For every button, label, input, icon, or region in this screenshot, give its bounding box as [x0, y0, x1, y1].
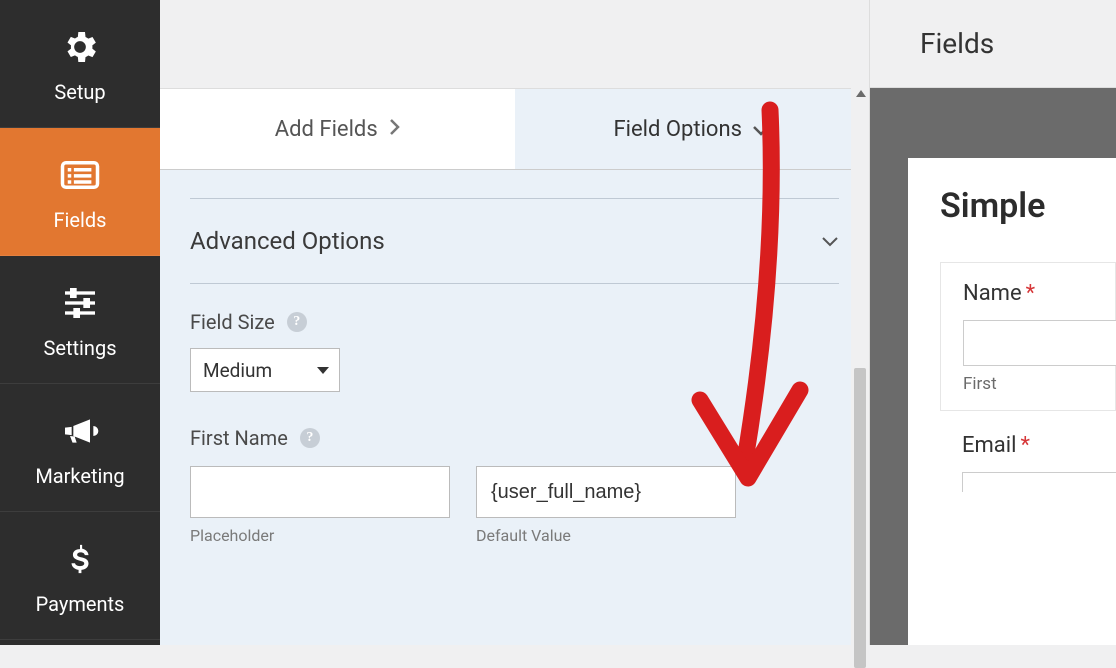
first-name-label: First Name [190, 426, 288, 450]
form-title: Simple [940, 186, 1116, 226]
email-field-label: Email* [940, 433, 1116, 458]
sidebar-item-settings[interactable]: Settings [0, 256, 160, 384]
required-asterisk: * [1026, 281, 1035, 306]
field-size-label-row: Field Size ? [190, 310, 839, 334]
list-icon [57, 152, 103, 198]
chevron-down-icon [821, 232, 839, 251]
sidebar-item-label: Settings [43, 336, 116, 360]
chevron-right-icon [388, 117, 400, 142]
panel-tabs: Add Fields Field Options [160, 88, 869, 170]
sidebar-item-setup[interactable]: Setup [0, 0, 160, 128]
tab-add-fields[interactable]: Add Fields [160, 89, 515, 169]
dollar-icon [57, 536, 103, 582]
tab-label: Add Fields [275, 117, 378, 142]
scroll-up-arrow-icon[interactable] [856, 90, 866, 97]
caret-down-icon [317, 367, 329, 374]
scrollbar-track [851, 88, 869, 645]
sidebar-item-label: Fields [54, 208, 107, 232]
placeholder-column: Placeholder [190, 466, 450, 545]
first-name-default-value-input[interactable] [476, 466, 736, 518]
chevron-down-icon [752, 117, 770, 142]
tab-label: Field Options [614, 117, 742, 142]
first-name-label-row: First Name ? [190, 426, 839, 450]
topbar-spacer [160, 0, 869, 88]
sliders-icon [57, 280, 103, 326]
select-value: Medium [203, 359, 272, 382]
advanced-options-toggle[interactable]: Advanced Options [190, 199, 839, 284]
preview-name-field[interactable]: Name* First [940, 262, 1116, 411]
field-options-panel: Advanced Options Field Size ? Medium Fir… [160, 170, 869, 645]
scrollbar-thumb[interactable] [854, 368, 866, 668]
sidebar-item-fields[interactable]: Fields [0, 128, 160, 256]
placeholder-sublabel: Placeholder [190, 526, 450, 545]
field-size-select[interactable]: Medium [190, 348, 340, 392]
required-asterisk: * [1020, 433, 1029, 458]
help-icon[interactable]: ? [300, 428, 320, 448]
bullhorn-icon [57, 408, 103, 454]
first-name-preview-input[interactable] [963, 320, 1116, 366]
field-options-column: Add Fields Field Options Advanced Option… [160, 0, 870, 645]
sidebar-item-marketing[interactable]: Marketing [0, 384, 160, 512]
first-name-placeholder-input[interactable] [190, 466, 450, 518]
preview-canvas: Simple Name* First Email* [870, 88, 1116, 645]
sidebar-item-label: Marketing [35, 464, 124, 488]
builder-sidebar: Setup Fields Settings Marketing Payments [0, 0, 160, 645]
preview-column: Fields Simple Name* First Email* [870, 0, 1116, 645]
gear-icon [57, 24, 103, 70]
help-icon[interactable]: ? [287, 312, 307, 332]
sidebar-item-payments[interactable]: Payments [0, 512, 160, 640]
first-sublabel: First [963, 374, 1115, 394]
default-value-sublabel: Default Value [476, 526, 736, 545]
field-size-label: Field Size [190, 310, 275, 334]
name-field-label: Name* [963, 281, 1115, 306]
preview-header: Fields [870, 0, 1116, 88]
email-preview-input[interactable] [962, 472, 1116, 492]
form-preview-card: Simple Name* First Email* [908, 158, 1116, 645]
default-value-column: Default Value [476, 466, 736, 545]
sidebar-item-label: Setup [54, 80, 105, 104]
tab-field-options[interactable]: Field Options [515, 89, 870, 169]
preview-header-title: Fields [920, 27, 994, 60]
sidebar-item-label: Payments [36, 592, 125, 616]
section-title: Advanced Options [190, 227, 385, 255]
